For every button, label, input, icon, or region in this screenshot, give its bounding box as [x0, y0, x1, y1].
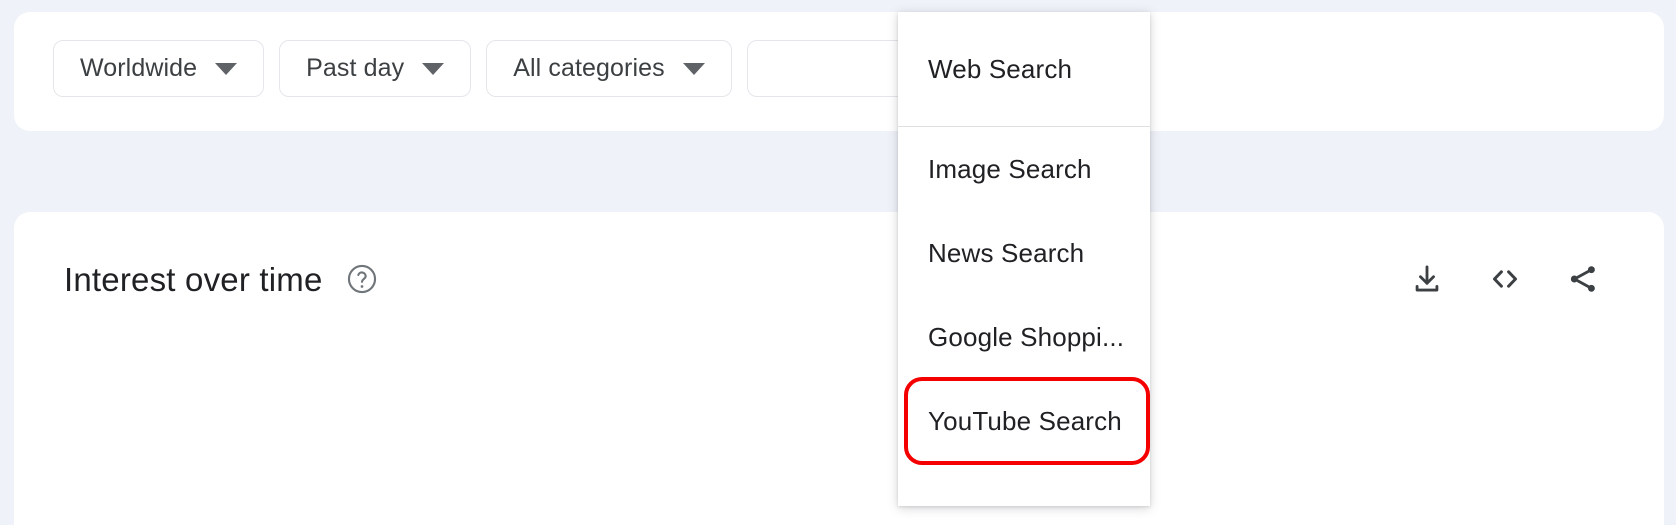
- chevron-down-icon: [682, 62, 705, 75]
- location-filter[interactable]: Worldwide: [53, 40, 265, 97]
- chevron-down-icon: [215, 62, 238, 75]
- page-title: Interest over time: [64, 260, 323, 298]
- category-filter-label: All categories: [513, 54, 665, 82]
- dropdown-item-image-search[interactable]: Image Search: [898, 127, 1150, 211]
- time-range-filter-label: Past day: [306, 54, 405, 82]
- dropdown-item-web-search[interactable]: Web Search: [898, 12, 1150, 126]
- category-filter[interactable]: All categories: [486, 40, 732, 97]
- dropdown-item-label: Image Search: [928, 153, 1092, 184]
- dropdown-item-label: Google Shoppi...: [928, 321, 1125, 352]
- dropdown-item-news-search[interactable]: News Search: [898, 211, 1150, 295]
- dropdown-item-label: News Search: [928, 237, 1085, 268]
- search-type-dropdown: Web Search Image Search News Search Goog…: [898, 12, 1150, 506]
- download-button[interactable]: [1404, 256, 1450, 302]
- filter-chip-row: Worldwide Past day All categories: [53, 40, 1025, 97]
- chart-action-bar: [1404, 256, 1616, 302]
- dropdown-item-youtube-search[interactable]: YouTube Search: [904, 377, 1150, 465]
- help-circle-icon[interactable]: [345, 262, 379, 296]
- dropdown-item-label: YouTube Search: [928, 405, 1122, 436]
- filter-card: Worldwide Past day All categories: [14, 12, 1664, 131]
- share-button[interactable]: [1560, 256, 1606, 302]
- interest-over-time-card: Interest over time: [14, 212, 1664, 525]
- embed-button[interactable]: [1482, 256, 1528, 302]
- dropdown-item-label: Web Search: [928, 53, 1073, 84]
- chevron-down-icon: [422, 62, 445, 75]
- time-range-filter[interactable]: Past day: [279, 40, 472, 97]
- dropdown-item-google-shopping[interactable]: Google Shoppi...: [898, 295, 1150, 379]
- location-filter-label: Worldwide: [80, 54, 198, 82]
- chart-header: Interest over time: [64, 254, 1616, 304]
